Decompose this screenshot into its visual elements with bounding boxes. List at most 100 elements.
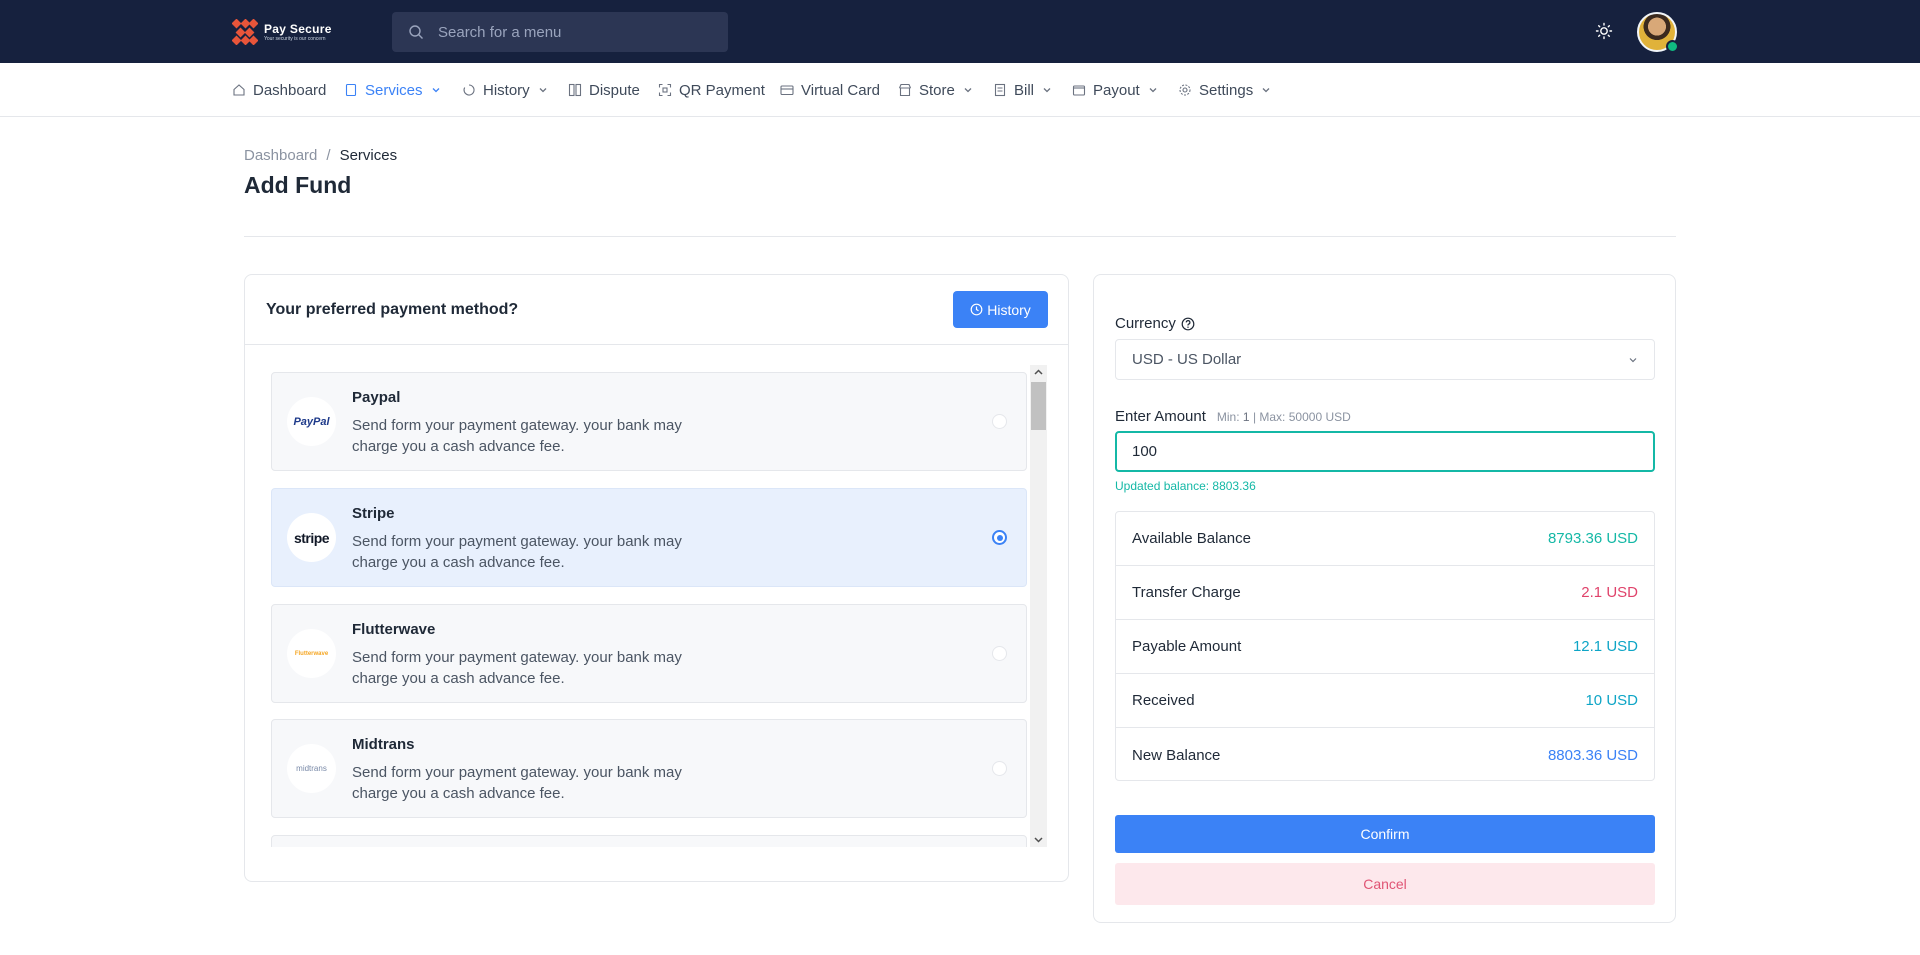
scroll-thumb[interactable] <box>1031 382 1046 430</box>
nav-item-settings[interactable]: Settings <box>1178 81 1271 99</box>
summary-value: 8793.36 USD <box>1547 530 1638 547</box>
stripe-logo: stripe <box>287 513 336 562</box>
min-label: Min: <box>1216 409 1240 424</box>
amount-label: Enter Amount <box>1115 408 1206 425</box>
theme-toggle-icon[interactable] <box>1595 22 1613 40</box>
payment-method-list[interactable]: PayPal Paypal Send form your payment gat… <box>271 372 1027 847</box>
summary-row-available-balance: Available Balance 8793.36 USD <box>1116 512 1654 566</box>
logo-title: Pay Secure <box>264 21 332 36</box>
nav-label: Dispute <box>589 81 640 99</box>
method-name: Flutterwave <box>352 621 436 638</box>
history-button-label: History <box>987 301 1031 318</box>
breadcrumb-home-link[interactable]: Dashboard <box>244 147 317 164</box>
cancel-button[interactable]: Cancel <box>1115 863 1655 905</box>
method-description: Send form your payment gateway. your ban… <box>352 764 682 802</box>
chevron-down-icon <box>1043 88 1051 93</box>
summary-value: 2.1 USD <box>1581 584 1638 601</box>
payment-method-midtrans[interactable]: midtrans Midtrans Send form your payment… <box>271 719 1027 818</box>
summary-value: 12.1 USD <box>1572 638 1638 655</box>
method-list-scrollbar[interactable] <box>1030 365 1047 847</box>
chevron-down-icon <box>1629 358 1637 363</box>
avatar[interactable] <box>1637 12 1679 53</box>
search-input[interactable] <box>438 23 718 41</box>
currency-selected-value: USD - US Dollar <box>1132 351 1242 368</box>
midtrans-logo: midtrans <box>287 744 336 793</box>
chevron-down-icon <box>432 88 439 93</box>
gear-icon <box>1179 84 1191 96</box>
bill-icon <box>994 83 1006 97</box>
confirm-button[interactable]: Confirm <box>1115 815 1655 853</box>
search-icon <box>409 25 423 39</box>
amount-input[interactable] <box>1115 431 1655 472</box>
top-header: Pay Secure Your security is our concern <box>0 0 1920 63</box>
nav-label: History <box>483 81 530 99</box>
nav-item-dashboard[interactable]: Dashboard <box>232 81 326 99</box>
amount-limits: Min: 1 | Max: 50000 USD <box>1217 410 1351 424</box>
logo-tagline: Your security is our concern <box>264 35 326 42</box>
history-icon <box>463 84 475 96</box>
nav-label: Virtual Card <box>801 81 880 99</box>
summary-key: New Balance <box>1132 746 1221 764</box>
summary-value: 8803.36 USD <box>1547 746 1638 764</box>
summary-value: 10 USD <box>1585 692 1638 709</box>
max-label: | Max: <box>1252 409 1286 424</box>
payment-method-paypal[interactable]: PayPal Paypal Send form your payment gat… <box>271 372 1027 471</box>
updated-balance-text: Updated balance: 8803.36 <box>1115 479 1256 493</box>
currency-select[interactable]: USD - US Dollar <box>1115 339 1655 380</box>
nav-item-bill[interactable]: Bill <box>993 81 1052 99</box>
paypal-logo-text: PayPal <box>293 415 330 428</box>
method-radio[interactable] <box>992 646 1007 661</box>
nav-label: Payout <box>1093 81 1140 99</box>
chevron-down-icon <box>539 88 547 93</box>
summary-key: Received <box>1132 692 1195 709</box>
help-icon[interactable] <box>1181 317 1195 331</box>
summary-row-received: Received 10 USD <box>1116 674 1654 728</box>
main-nav: Dashboard Services History Dispute QR Pa… <box>0 63 1920 117</box>
chevron-down-icon <box>964 88 972 93</box>
payment-method-next[interactable] <box>271 835 1027 847</box>
stripe-logo-text: stripe <box>293 529 330 546</box>
method-name: Stripe <box>352 505 395 522</box>
nav-item-services[interactable]: Services <box>344 81 441 99</box>
nav-item-payout[interactable]: Payout <box>1072 81 1158 99</box>
currency-label-row: Currency <box>1115 315 1195 332</box>
max-value: 50000 USD <box>1288 409 1351 424</box>
breadcrumb: Dashboard / Services <box>244 147 397 164</box>
search-bar[interactable] <box>392 12 728 52</box>
summary-key: Available Balance <box>1132 530 1251 547</box>
nav-label: Bill <box>1014 81 1035 99</box>
paypal-logo: PayPal <box>287 397 336 446</box>
home-icon <box>233 84 245 96</box>
nav-item-qr-payment[interactable]: QR Payment <box>658 81 765 99</box>
card-header: Your preferred payment method? History <box>245 275 1068 345</box>
method-radio[interactable] <box>992 761 1007 776</box>
logo[interactable]: Pay Secure Your security is our concern <box>231 18 332 46</box>
fund-summary: Available Balance 8793.36 USD Transfer C… <box>1115 511 1655 781</box>
nav-label: Settings <box>1199 81 1254 99</box>
scroll-up-icon[interactable] <box>1033 367 1044 378</box>
method-description: Send form your payment gateway. your ban… <box>352 417 682 455</box>
breadcrumb-separator: / <box>326 147 331 164</box>
nav-item-history[interactable]: History <box>462 81 548 99</box>
method-radio[interactable] <box>992 414 1007 429</box>
nav-item-virtual-card[interactable]: Virtual Card <box>780 81 880 99</box>
breadcrumb-current: Services <box>339 147 398 164</box>
method-description: Send form your payment gateway. your ban… <box>352 649 682 687</box>
divider <box>244 236 1676 237</box>
nav-item-dispute[interactable]: Dispute <box>568 81 640 99</box>
method-radio[interactable] <box>992 530 1007 545</box>
nav-item-store[interactable]: Store <box>898 81 973 99</box>
card-icon <box>780 85 794 96</box>
store-icon <box>898 83 912 97</box>
nav-label: Dashboard <box>253 81 327 99</box>
scroll-down-icon[interactable] <box>1033 834 1044 845</box>
amount-label-row: Enter Amount Min: 1 | Max: 50000 USD <box>1115 408 1351 425</box>
history-button[interactable]: History <box>953 291 1048 328</box>
payment-method-flutterwave[interactable]: Flutterwave Flutterwave Send form your p… <box>271 604 1027 703</box>
chevron-down-icon <box>1262 88 1270 93</box>
nav-label: Store <box>919 81 955 99</box>
payment-method-stripe[interactable]: stripe Stripe Send form your payment gat… <box>271 488 1027 587</box>
chevron-down-icon <box>1149 88 1157 93</box>
summary-row-transfer-charge: Transfer Charge 2.1 USD <box>1116 566 1654 620</box>
method-name: Midtrans <box>352 736 415 753</box>
